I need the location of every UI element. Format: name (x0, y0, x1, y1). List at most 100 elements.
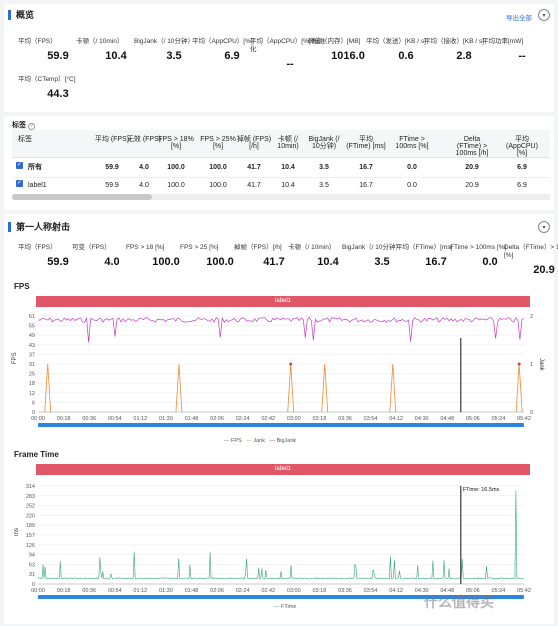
jank-spike (321, 363, 329, 413)
x-tick-label: 03:36 (338, 416, 352, 422)
collapse-game-toggle[interactable]: ▾ (538, 221, 550, 233)
table-cell: 20.9 (465, 164, 479, 171)
chevron-down-icon: ▾ (542, 12, 546, 19)
row-checkbox[interactable]: ✓ (16, 180, 23, 187)
y-tick-label: 283 (26, 494, 35, 500)
x-tick-label: 05:42 (517, 588, 531, 594)
y-tick-label: 220 (26, 513, 35, 519)
y-tick-label: 55 (29, 324, 35, 330)
table-cell: 0.0 (407, 164, 417, 171)
export-all-link[interactable]: 导出全部 (506, 12, 532, 22)
cursor-tooltip: FTime: 16.5ms (463, 487, 500, 493)
y2-axis-label: Jank (538, 358, 544, 372)
column-header[interactable]: FPS > 18% [%] (156, 136, 196, 150)
x-tick-label: 01:30 (159, 416, 173, 422)
x-tick-label: 03:18 (312, 416, 326, 422)
table-cell: 10.4 (281, 182, 295, 189)
y-tick-label: 314 (26, 484, 35, 490)
y-axis-label: ms (14, 528, 20, 536)
x-tick-label: 00:54 (108, 416, 122, 422)
bigjank-marker (289, 362, 293, 366)
overview-card: 概览 导出全部 ▾ 平均（FPS） 59.9 卡顿（/ 10min） 10.4 BigJ… (4, 4, 554, 112)
y-tick-label: 252 (26, 504, 35, 510)
table-cell: 10.4 (281, 164, 295, 171)
x-tick-label: 00:00 (31, 588, 45, 594)
x-tick-label: 02:06 (210, 588, 224, 594)
table-cell: 100.0 (209, 182, 227, 189)
table-cell: 3.5 (319, 182, 329, 189)
y-tick-label: 31 (29, 362, 35, 368)
table-cell: 20.9 (465, 182, 479, 189)
jank-spike (44, 363, 52, 413)
table-header: 标签 平均 (FPS) 无效 (FPS) FPS > 18% [%] FPS > 25%… (12, 130, 558, 158)
ftime-chart-banner: label1 (36, 464, 530, 475)
x-tick-label: 05:24 (492, 416, 506, 422)
x-tick-label: 05:42 (517, 416, 531, 422)
y-tick-label: 6 (32, 400, 35, 406)
x-tick-label: 01:12 (133, 588, 147, 594)
fps-chart: 6155494337312518126000:00 00:18 00:36 00:54… (12, 314, 544, 427)
table-cell: 0.0 (407, 182, 417, 189)
jank-spike (287, 363, 295, 413)
x-tick-label: 02:42 (261, 588, 275, 594)
table-cell: 6.9 (517, 182, 527, 189)
table-cell: 16.7 (359, 164, 373, 171)
table-row[interactable]: ✓ label1 59.9 4.0 100.0 100.0 41.7 10.4 3.5 16.7 0… (12, 176, 550, 196)
column-header[interactable]: BigJank (/ 10分钟) (304, 136, 344, 150)
row-checkbox[interactable]: ✓ (16, 162, 23, 169)
x-tick-label: 02:24 (236, 588, 250, 594)
x-tick-label: 03:54 (364, 416, 378, 422)
fps-chart-title: FPS (14, 282, 30, 291)
column-header[interactable]: 标签 (18, 136, 58, 143)
y2-tick-label: 0 (530, 410, 533, 416)
column-header[interactable]: FPS > 25% [%] (198, 136, 238, 150)
column-header[interactable]: 卡顿 (/ 10min) (268, 136, 308, 150)
labels-table: 标签 平均 (FPS) 无效 (FPS) FPS > 18% [%] FPS > 25%… (12, 130, 558, 196)
x-tick-label: 00:18 (57, 416, 71, 422)
y-tick-label: 31 (29, 572, 35, 578)
fps-range-slider[interactable] (38, 423, 524, 427)
watermark: 什么值得买 (424, 594, 494, 610)
x-tick-label: 01:12 (133, 416, 147, 422)
table-cell: 3.5 (319, 164, 329, 171)
labels-card: 标签 ? 标签 平均 (FPS) 无效 (FPS) FPS > 18% [%] FPS … (4, 116, 558, 210)
y2-tick-label: 1 (530, 362, 533, 368)
y-tick-label: 63 (29, 562, 35, 568)
y-tick-label: 18 (29, 381, 35, 387)
y-tick-label: 157 (26, 533, 35, 539)
jank-spike (175, 363, 183, 413)
table-row[interactable]: ✓ 所有 59.9 4.0 100.0 100.0 41.7 10.4 3.5 16.7 0.0 20… (12, 158, 550, 178)
bigjank-marker (517, 362, 521, 366)
fps-series-line (37, 316, 525, 343)
labels-title: 标签 ? (12, 122, 35, 130)
jank-spike (389, 363, 397, 413)
x-tick-label: 02:42 (261, 416, 275, 422)
x-tick-label: 04:12 (389, 416, 403, 422)
table-scrollbar[interactable] (12, 194, 550, 200)
x-tick-label: 02:24 (236, 416, 250, 422)
y-tick-label: 25 (29, 372, 35, 378)
column-header[interactable]: Delta (FTime) > 100ms [/h] (452, 136, 492, 157)
column-header[interactable]: 平均 (FTime) [ms] (346, 136, 386, 150)
table-cell: 100.0 (209, 164, 227, 171)
column-header[interactable]: FTime > 100ms [%] (392, 136, 432, 150)
overview-title: 概览 (8, 10, 34, 20)
metric-value: 44.3 (47, 88, 69, 100)
table-cell: 6.9 (517, 164, 527, 171)
metric-value: 20.9 (533, 264, 555, 276)
column-header[interactable]: Ap (542, 136, 558, 143)
help-icon[interactable]: ? (27, 123, 35, 130)
collapse-overview-toggle[interactable]: ▾ (538, 9, 550, 21)
x-tick-label: 00:18 (57, 588, 71, 594)
x-tick-label: 03:00 (287, 588, 301, 594)
column-header[interactable]: 平均 (AppCPU) [%] (502, 136, 542, 157)
metric-card: 平均（CTemp）[°C] 44.3 (18, 76, 98, 100)
y-tick-label: 43 (29, 343, 35, 349)
game-title: 第一人称射击 (8, 222, 70, 232)
ftime-chart: 314283252220189157126946331000:00 00:18 00… (14, 484, 531, 599)
y-axis-label: FPS (12, 352, 18, 364)
y-tick-label: 61 (29, 314, 35, 320)
ftime-chart-title: Frame Time (14, 450, 59, 459)
fps-legend: — FPS — Jank — BigJank (224, 438, 297, 444)
x-tick-label: 02:06 (210, 416, 224, 422)
